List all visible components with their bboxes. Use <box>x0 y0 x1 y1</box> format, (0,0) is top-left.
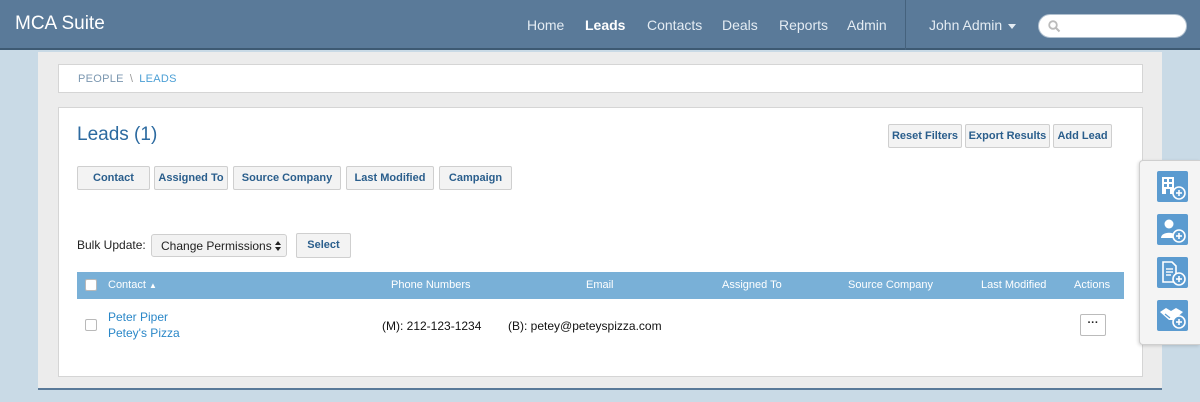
page-title: Leads (1) <box>77 124 158 145</box>
add-document-icon <box>1162 261 1186 286</box>
quick-add-toolbar <box>1139 160 1200 345</box>
add-document-button[interactable] <box>1157 257 1188 288</box>
bulk-update-value: Change Permissions <box>161 239 272 253</box>
select-all-checkbox[interactable] <box>85 279 97 291</box>
row-actions-button[interactable]: ··· <box>1080 314 1106 336</box>
filter-assigned-to[interactable]: Assigned To <box>154 166 228 190</box>
export-results-button[interactable]: Export Results <box>965 124 1050 148</box>
top-navbar: MCA Suite Home Leads Contacts Deals Repo… <box>0 0 1200 50</box>
col-last-modified: Last Modified <box>981 279 1047 291</box>
nav-contacts[interactable]: Contacts <box>647 17 702 33</box>
add-deal-icon <box>1160 308 1186 329</box>
contact-name-link[interactable]: Peter Piper <box>108 310 168 324</box>
add-company-icon <box>1162 177 1186 200</box>
breadcrumb-separator: \ <box>129 73 134 85</box>
add-deal-button[interactable] <box>1157 300 1188 331</box>
user-menu[interactable]: John Admin <box>929 17 1017 33</box>
user-name: John Admin <box>929 17 1003 33</box>
email-address: (B): petey@peteyspizza.com <box>508 319 662 333</box>
breadcrumb-people[interactable]: PEOPLE <box>78 73 124 85</box>
search-icon <box>1048 20 1061 33</box>
add-contact-icon <box>1161 219 1186 243</box>
filter-last-modified[interactable]: Last Modified <box>346 166 434 190</box>
reset-filters-button[interactable]: Reset Filters <box>888 124 962 148</box>
filter-campaign[interactable]: Campaign <box>439 166 512 190</box>
company-name-link[interactable]: Petey's Pizza <box>108 326 180 340</box>
add-company-button[interactable] <box>1157 171 1188 202</box>
nav-reports[interactable]: Reports <box>779 17 828 33</box>
search-input[interactable] <box>1038 14 1187 38</box>
nav-leads[interactable]: Leads <box>585 17 625 33</box>
leads-panel: Leads (1) Reset Filters Export Results A… <box>58 107 1143 377</box>
sort-asc-icon: ▲ <box>148 281 157 290</box>
chevron-down-icon <box>1008 23 1017 29</box>
filter-source-company[interactable]: Source Company <box>233 166 341 190</box>
col-actions: Actions <box>1074 279 1111 291</box>
nav-deals[interactable]: Deals <box>722 17 758 33</box>
col-email: Email <box>586 279 614 291</box>
bulk-update-label: Bulk Update: <box>77 238 146 252</box>
add-contact-button[interactable] <box>1157 214 1188 245</box>
nav-divider <box>905 0 906 50</box>
app-brand[interactable]: MCA Suite <box>15 13 105 35</box>
col-assigned-to: Assigned To <box>722 279 782 291</box>
bulk-update-select[interactable]: Change Permissions <box>151 234 287 257</box>
main-content: PEOPLE \ LEADS Leads (1) Reset Filters Exp… <box>38 52 1162 390</box>
breadcrumb-leads[interactable]: LEADS <box>139 73 177 85</box>
col-source-company: Source Company <box>848 279 933 291</box>
bulk-select-button[interactable]: Select <box>296 233 351 258</box>
col-phone-numbers: Phone Numbers <box>391 279 471 291</box>
row-checkbox[interactable] <box>85 319 97 331</box>
updown-arrows-icon <box>275 241 281 251</box>
nav-home[interactable]: Home <box>527 17 564 33</box>
add-lead-button[interactable]: Add Lead <box>1053 124 1112 148</box>
nav-admin[interactable]: Admin <box>847 17 887 33</box>
table-header: Contact ▲ Phone Numbers Email Assigned T… <box>77 272 1124 299</box>
col-contact-label: Contact <box>108 279 146 291</box>
filter-contact[interactable]: Contact <box>77 166 150 190</box>
breadcrumb: PEOPLE \ LEADS <box>58 64 1143 93</box>
phone-number: (M): 212-123-1234 <box>382 319 482 333</box>
col-contact[interactable]: Contact ▲ <box>108 279 157 291</box>
